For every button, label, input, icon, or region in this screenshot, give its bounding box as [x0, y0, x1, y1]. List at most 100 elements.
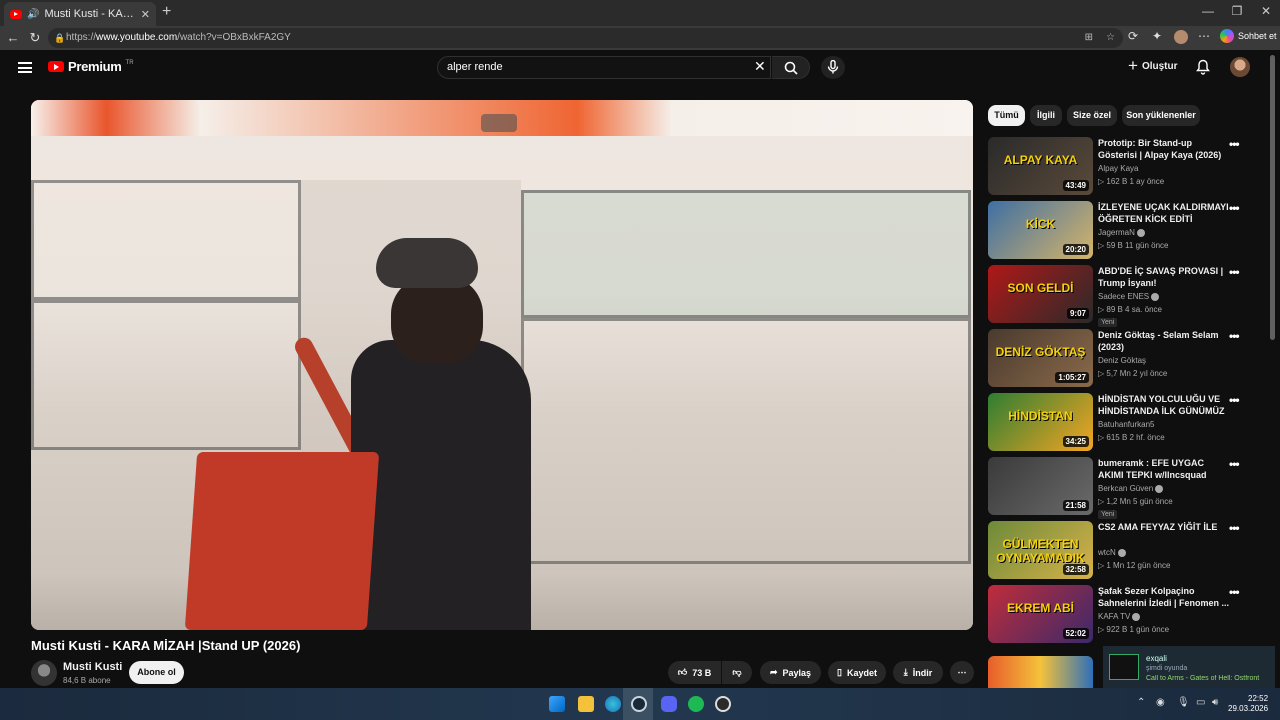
new-tab-button[interactable]: +: [162, 4, 171, 20]
copilot-icon: [1220, 29, 1234, 43]
back-icon[interactable]: ←: [4, 29, 22, 47]
scrollbar[interactable]: [1270, 55, 1275, 340]
chip-for-you[interactable]: Size özel: [1067, 105, 1117, 126]
channel-name[interactable]: Musti Kusti: [63, 661, 122, 673]
more-vert-icon[interactable]: •••: [1229, 329, 1240, 343]
youtube-logo[interactable]: Premium TR: [48, 59, 134, 74]
rec-channel[interactable]: Sadece ENES: [1098, 292, 1160, 301]
windows-start-icon[interactable]: [549, 696, 565, 712]
spotify-icon[interactable]: [688, 696, 704, 712]
tray-mic-icon[interactable]: 🎙︎: [1177, 697, 1190, 708]
file-explorer-icon[interactable]: [578, 696, 594, 712]
maximize-icon[interactable]: ❐: [1222, 4, 1252, 18]
notifications-button[interactable]: [1196, 59, 1210, 80]
rec-title[interactable]: İZLEYENE UÇAK KALDIRMAYI ÖĞRETEN KİCK ED…: [1098, 201, 1230, 225]
save-button[interactable]: ▯ Kaydet: [828, 661, 886, 684]
partial-thumbnail[interactable]: [988, 656, 1093, 688]
chat-button[interactable]: Sohbet et: [1220, 29, 1277, 43]
share-button[interactable]: ➦ Paylaş: [760, 661, 821, 684]
browser-tab[interactable]: 🔊 Musti Kusti - KARA MİZAH | S ✕: [4, 2, 156, 26]
volume-icon[interactable]: 🔊︎: [1212, 697, 1218, 708]
search-input[interactable]: alper rende: [437, 56, 771, 79]
more-vert-icon[interactable]: •••: [1229, 521, 1240, 535]
window-frame-left-lower: [31, 300, 301, 450]
apps-icon[interactable]: ⊞: [1085, 28, 1093, 48]
subscribe-button[interactable]: Abone ol: [129, 661, 184, 684]
rec-channel[interactable]: Deniz Göktaş: [1098, 356, 1146, 365]
more-vert-icon[interactable]: •••: [1229, 137, 1240, 151]
rec-channel[interactable]: JagermaN: [1098, 228, 1145, 237]
window-close-icon[interactable]: ✕: [1251, 4, 1280, 18]
hamburger-menu-icon[interactable]: [18, 62, 32, 73]
tray-app-icon[interactable]: ◉: [1156, 697, 1165, 708]
windows-taskbar: ⌃ ◉ 🎙︎ ▭ 🔊︎ 22:52 29.03.2026: [0, 688, 1280, 720]
rec-channel-name: JagermaN: [1098, 228, 1135, 237]
more-menu-icon[interactable]: ⋯: [1198, 29, 1210, 43]
download-button[interactable]: ⤓ İndir: [893, 661, 943, 684]
rec-channel[interactable]: Alpay Kaya: [1098, 164, 1138, 173]
speaker-icon[interactable]: 🔊: [27, 9, 39, 20]
rec-title[interactable]: bumeramk : EFE UYGAC AKIMI TEPKI w/llncs…: [1098, 457, 1230, 481]
more-vert-icon[interactable]: •••: [1229, 201, 1240, 215]
rec-thumbnail[interactable]: HİNDİSTAN 34:25: [988, 393, 1093, 451]
favorite-star-icon[interactable]: ☆: [1106, 28, 1115, 48]
rec-thumbnail[interactable]: EKREM ABİ 52:02: [988, 585, 1093, 643]
more-vert-icon[interactable]: •••: [1229, 585, 1240, 599]
rec-title[interactable]: Şafak Sezer Kolpaçino Sahnelerini İzledi…: [1098, 585, 1230, 609]
rec-thumbnail[interactable]: DENİZ GÖKTAŞ 1:05:27: [988, 329, 1093, 387]
rec-title[interactable]: CS2 AMA FEYYAZ YİĞİT İLE: [1098, 521, 1230, 533]
system-clock[interactable]: 22:52 29.03.2026: [1228, 694, 1268, 714]
puzzle-icon[interactable]: ✦: [1152, 29, 1162, 43]
search-button[interactable]: [772, 56, 810, 79]
tray-chevron-icon[interactable]: ⌃: [1137, 697, 1145, 708]
rec-thumbnail[interactable]: SON GELDİ 9:07: [988, 265, 1093, 323]
chip-all[interactable]: Tümü: [988, 105, 1025, 126]
rec-channel[interactable]: KAFA TV: [1098, 612, 1141, 621]
address-bar[interactable]: 🔒 https://www.youtube.com/watch?v=OBxBxk…: [48, 28, 1123, 48]
rec-thumbnail[interactable]: 21:58: [988, 457, 1093, 515]
dislike-button[interactable]: 👎︎: [722, 661, 752, 684]
discord-icon[interactable]: [661, 696, 677, 712]
create-button[interactable]: + Oluştur: [1128, 57, 1178, 74]
like-button[interactable]: 👍︎ 73 B: [668, 661, 721, 684]
app-icon[interactable]: [715, 696, 731, 712]
rec-title[interactable]: HİNDİSTAN YOLCULUĞU VE HİNDİSTANDA İLK G…: [1098, 393, 1230, 417]
window-frame-left: [31, 180, 301, 300]
rec-thumbnail[interactable]: ALPAY KAYA 43:49: [988, 137, 1093, 195]
clear-search-icon[interactable]: ✕: [754, 58, 766, 75]
chip-related[interactable]: İlgili: [1030, 105, 1062, 126]
channel-avatar[interactable]: [31, 660, 57, 686]
tab-close-icon[interactable]: ✕: [141, 8, 150, 21]
more-actions-button[interactable]: ⋯: [950, 661, 974, 684]
voice-search-button[interactable]: [821, 56, 845, 79]
rec-title[interactable]: ABD'DE İÇ SAVAŞ PROVASI | Trump İsyanı!: [1098, 265, 1230, 289]
more-vert-icon[interactable]: •••: [1229, 393, 1240, 407]
edge-browser-icon[interactable]: [605, 696, 621, 712]
rec-thumbnail[interactable]: KİCK 20:20: [988, 201, 1093, 259]
rec-title[interactable]: Prototip: Bir Stand-up Gösterisi | Alpay…: [1098, 137, 1230, 161]
verified-icon: [1117, 548, 1126, 557]
rec-channel-name: Deniz Göktaş: [1098, 356, 1147, 365]
chip-recently-uploaded[interactable]: Son yüklenenler: [1122, 105, 1200, 126]
rec-meta: ▷ 1,2 Mn 5 gün önce: [1098, 497, 1173, 506]
rec-title[interactable]: Deniz Göktaş - Selam Selam (2023): [1098, 329, 1230, 353]
profile-avatar-small[interactable]: [1174, 30, 1188, 44]
person-cap: [376, 238, 478, 288]
rec-thumbnail[interactable]: GÜLMEKTEN OYNAYAMADIK 32:58: [988, 521, 1093, 579]
account-avatar[interactable]: [1230, 57, 1250, 77]
rec-channel[interactable]: wtcN: [1098, 548, 1126, 557]
steam-notification[interactable]: exqali şimdi oyunda Call to Arms - Gates…: [1103, 646, 1275, 688]
more-vert-icon[interactable]: •••: [1229, 265, 1240, 279]
video-player[interactable]: [31, 100, 973, 630]
rec-channel[interactable]: Berkcan Güven: [1098, 484, 1164, 493]
reload-icon[interactable]: ↻: [26, 29, 44, 47]
rec-meta: ▷ 5,7 Mn 2 yıl önce: [1098, 369, 1168, 378]
extensions-icon[interactable]: ⟳: [1128, 29, 1138, 43]
thumbnail-text: KİCK: [1025, 217, 1056, 231]
rec-channel[interactable]: Batuhanfurkan5: [1098, 420, 1155, 429]
network-icon[interactable]: ▭: [1196, 697, 1205, 708]
steam-icon[interactable]: [631, 696, 647, 712]
minimize-icon[interactable]: —: [1193, 4, 1223, 18]
more-vert-icon[interactable]: •••: [1229, 457, 1240, 471]
red-bag: [184, 452, 380, 630]
